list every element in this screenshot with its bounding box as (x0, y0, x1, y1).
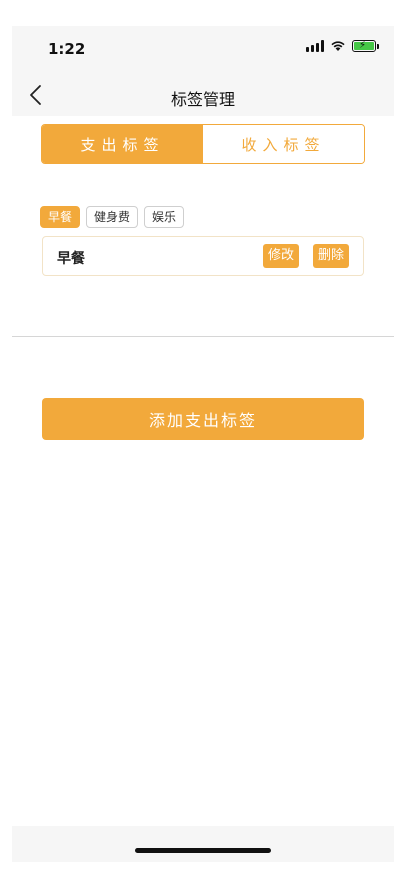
section-divider (12, 336, 394, 337)
status-icons: ⚡ (306, 40, 379, 52)
selected-tag-row: 早餐 修改 删除 (42, 236, 364, 276)
battery-icon: ⚡ (352, 40, 379, 52)
tab-income-tags[interactable]: 收入标签 (203, 125, 364, 163)
home-indicator-area (12, 826, 394, 862)
add-expense-tag-button[interactable]: 添加支出标签 (42, 398, 364, 440)
tag-chip-breakfast[interactable]: 早餐 (40, 206, 81, 228)
home-indicator[interactable] (135, 848, 271, 853)
edit-tag-button[interactable]: 修改 (263, 244, 300, 268)
wifi-icon (331, 41, 345, 51)
signal-icon (306, 40, 324, 52)
tag-chip-fitness[interactable]: 健身费 (86, 206, 139, 228)
tab-expense-tags[interactable]: 支出标签 (42, 125, 203, 163)
delete-tag-button[interactable]: 删除 (313, 244, 350, 268)
status-time: 1:22 (48, 40, 86, 58)
page-title: 标签管理 (170, 90, 235, 109)
tag-type-segment: 支出标签 收入标签 (41, 124, 365, 164)
tag-list: 早餐 健身费 娱乐 (40, 206, 185, 228)
app-screen: 1:22 ⚡ 标签管理 支出标签 收入标签 早餐 健身费 娱乐 早餐 修改 删除… (12, 26, 394, 862)
tag-chip-entertainment[interactable]: 娱乐 (144, 206, 185, 228)
selected-tag-label: 早餐 (57, 251, 85, 267)
navigation-bar: 标签管理 (12, 76, 394, 116)
status-bar: 1:22 ⚡ (12, 26, 394, 76)
